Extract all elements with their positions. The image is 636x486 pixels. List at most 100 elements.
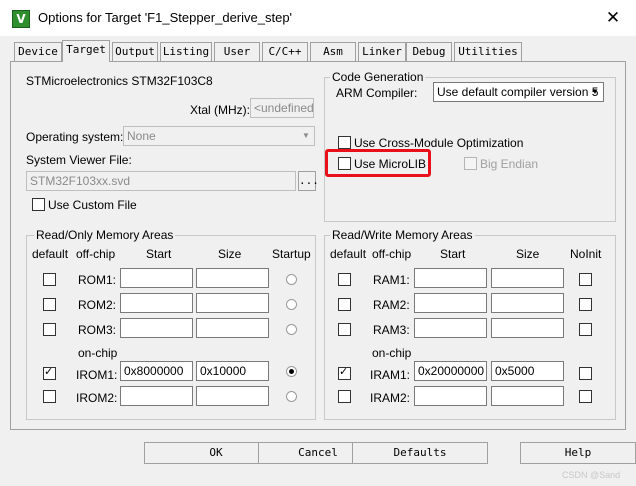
microlib-highlight-box xyxy=(325,149,431,177)
irom1-size-input[interactable]: 0x10000 xyxy=(196,361,269,381)
ram3-start-input[interactable] xyxy=(414,318,487,338)
ram-header-noinit: NoInit xyxy=(570,247,602,261)
rom2-startup-radio[interactable] xyxy=(286,299,297,310)
tab-device[interactable]: Device xyxy=(14,42,62,61)
device-name: STMicroelectronics STM32F103C8 xyxy=(26,74,213,88)
svd-label: System Viewer File: xyxy=(26,153,132,167)
iram1-default-checkbox[interactable] xyxy=(338,365,351,380)
rom-header-default: default xyxy=(32,247,69,261)
rom3-start-input[interactable] xyxy=(120,318,193,338)
ram-header-offchip: off-chip xyxy=(372,247,412,261)
defaults-button[interactable]: Defaults xyxy=(352,442,488,464)
ram-header-start: Start xyxy=(440,247,466,261)
os-select-value: None xyxy=(127,129,156,143)
watermark: CSDN @Sand xyxy=(562,470,621,480)
cross-module-checkbox[interactable] xyxy=(338,136,351,149)
rom2-start-input[interactable] xyxy=(120,293,193,313)
ram-onchip-label: on-chip xyxy=(372,346,412,360)
browse-button[interactable]: ... xyxy=(298,171,319,191)
window-title: Options for Target 'F1_Stepper_derive_st… xyxy=(38,10,293,25)
ram2-noinit-checkbox[interactable] xyxy=(579,298,592,311)
iram2-size-input[interactable] xyxy=(491,386,564,406)
ram1-default-checkbox[interactable] xyxy=(338,273,351,286)
rom1-startup-radio[interactable] xyxy=(286,274,297,285)
ram2-start-input[interactable] xyxy=(414,293,487,313)
iram1-start-input[interactable]: 0x20000000 xyxy=(414,361,487,381)
irom1-label: IROM1: xyxy=(76,368,118,382)
irom2-default-checkbox[interactable] xyxy=(43,390,56,403)
rom3-size-input[interactable] xyxy=(196,318,269,338)
iram2-label: IRAM2: xyxy=(370,391,411,405)
svd-file-input[interactable]: STM32F103xx.svd xyxy=(26,171,296,191)
tab-output[interactable]: Output xyxy=(112,42,158,61)
os-select[interactable]: None ▼ xyxy=(123,126,315,146)
iram1-noinit-checkbox[interactable] xyxy=(579,367,592,380)
xtal-label: Xtal (MHz): xyxy=(190,103,250,117)
custom-file-label: Use Custom File xyxy=(48,198,137,212)
rom-header-start: Start xyxy=(146,247,172,261)
ram1-start-input[interactable] xyxy=(414,268,487,288)
arm-compiler-label: ARM Compiler: xyxy=(336,86,418,100)
cross-module-label: Use Cross-Module Optimization xyxy=(354,136,524,150)
rom1-label: ROM1: xyxy=(78,273,117,287)
ram1-noinit-checkbox[interactable] xyxy=(579,273,592,286)
ram-header-size: Size xyxy=(516,247,540,261)
ram3-default-checkbox[interactable] xyxy=(338,323,351,336)
irom1-default-checkbox[interactable] xyxy=(43,365,56,380)
iram2-noinit-checkbox[interactable] xyxy=(579,390,592,403)
iram1-size-input[interactable]: 0x5000 xyxy=(491,361,564,381)
ram3-size-input[interactable] xyxy=(491,318,564,338)
irom2-label: IROM2: xyxy=(76,391,118,405)
tab-linker[interactable]: Linker xyxy=(358,42,406,61)
rom1-size-input[interactable] xyxy=(196,268,269,288)
close-icon[interactable]: ✕ xyxy=(598,5,628,31)
ram2-size-input[interactable] xyxy=(491,293,564,313)
tab-asm[interactable]: Asm xyxy=(310,42,356,61)
rom1-default-checkbox[interactable] xyxy=(43,273,56,286)
tab-listing[interactable]: Listing xyxy=(160,42,212,61)
rom2-size-input[interactable] xyxy=(196,293,269,313)
xtal-input[interactable]: <undefined> xyxy=(250,98,314,118)
rom-onchip-label: on-chip xyxy=(78,346,118,360)
big-endian-checkbox[interactable] xyxy=(464,157,477,170)
iram2-start-input[interactable] xyxy=(414,386,487,406)
tab-utilities[interactable]: Utilities xyxy=(454,42,522,61)
iram2-default-checkbox[interactable] xyxy=(338,390,351,403)
code-generation-legend: Code Generation xyxy=(330,70,426,84)
iram1-label: IRAM1: xyxy=(370,368,411,382)
rom1-start-input[interactable] xyxy=(120,268,193,288)
rom-header-size: Size xyxy=(218,247,242,261)
rom3-label: ROM3: xyxy=(78,323,117,337)
custom-file-checkbox[interactable] xyxy=(32,198,45,211)
ram2-label: RAM2: xyxy=(373,298,410,312)
rom-header-startup: Startup xyxy=(272,247,311,261)
keil-app-icon: V xyxy=(12,10,30,28)
tab-debug[interactable]: Debug xyxy=(406,42,452,61)
ram3-noinit-checkbox[interactable] xyxy=(579,323,592,336)
ram1-label: RAM1: xyxy=(373,273,410,287)
irom2-startup-radio[interactable] xyxy=(286,391,297,402)
tab-c-cpp[interactable]: C/C++ xyxy=(262,42,308,61)
irom2-size-input[interactable] xyxy=(196,386,269,406)
chevron-down-icon: ▼ xyxy=(591,87,599,96)
rom-areas-legend: Read/Only Memory Areas xyxy=(34,228,176,242)
irom1-startup-radio[interactable] xyxy=(286,366,297,377)
ram3-label: RAM3: xyxy=(373,323,410,337)
ram2-default-checkbox[interactable] xyxy=(338,298,351,311)
rom3-startup-radio[interactable] xyxy=(286,324,297,335)
tab-user[interactable]: User xyxy=(214,42,260,61)
rom2-label: ROM2: xyxy=(78,298,117,312)
ram-areas-legend: Read/Write Memory Areas xyxy=(330,228,475,242)
irom2-start-input[interactable] xyxy=(120,386,193,406)
big-endian-label: Big Endian xyxy=(480,157,539,171)
ram1-size-input[interactable] xyxy=(491,268,564,288)
help-button[interactable]: Help xyxy=(520,442,636,464)
tab-target[interactable]: Target xyxy=(62,40,110,62)
arm-compiler-select[interactable]: Use default compiler version 5 ▼ xyxy=(433,82,604,102)
rom2-default-checkbox[interactable] xyxy=(43,298,56,311)
rom-header-offchip: off-chip xyxy=(76,247,116,261)
arm-compiler-value: Use default compiler version 5 xyxy=(437,85,599,99)
irom1-start-input[interactable]: 0x8000000 xyxy=(120,361,193,381)
ram-header-default: default xyxy=(330,247,367,261)
rom3-default-checkbox[interactable] xyxy=(43,323,56,336)
